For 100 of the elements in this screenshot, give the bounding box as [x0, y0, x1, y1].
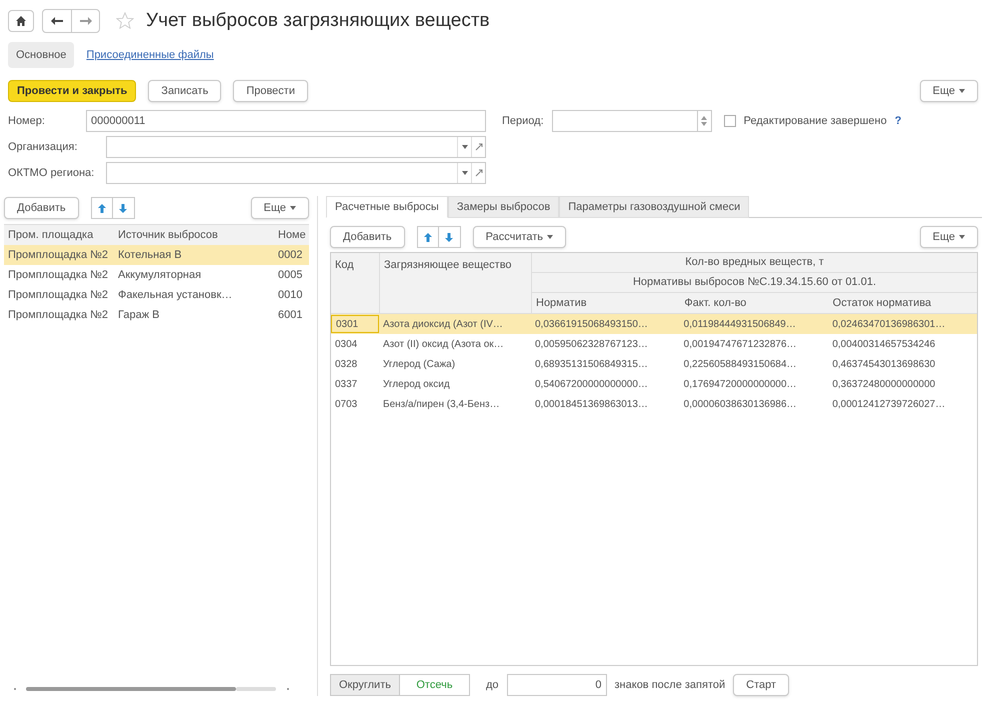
- table-cell-text: Промплощадка №2: [7, 288, 110, 303]
- move-up-button[interactable]: [90, 197, 113, 219]
- arrow-up-icon: [98, 204, 106, 212]
- field-label: ОКТМО региона:: [8, 166, 96, 181]
- dropdown-icon: [462, 171, 468, 175]
- arrow-up-icon: [424, 232, 432, 242]
- column-header: Факт. кол-во: [683, 296, 748, 311]
- arrow-down-icon: [119, 204, 128, 212]
- star-icon[interactable]: [116, 12, 134, 30]
- mode-button[interactable]: Округлить: [330, 674, 400, 696]
- table-row[interactable]: 0304 Азот (II) оксид (Азота ок… 0,00595062328767123… 0,00194747671232876… 0,00400314657534246: [331, 334, 977, 354]
- table-cell-text: 0,54067200000000000…: [534, 378, 649, 392]
- table-cell-text: 0,00012412739726027…: [831, 398, 946, 412]
- table-row[interactable]: Промплощадка №2 Факельная установк… 0010: [4, 285, 309, 305]
- table-cell-text: 6001: [277, 308, 304, 323]
- field-label: до: [486, 678, 499, 693]
- link-icon: [474, 143, 482, 151]
- table-cell-text: Углерод оксид: [382, 378, 451, 392]
- table-row[interactable]: Промплощадка №2 Гараж В 6001: [4, 305, 309, 325]
- field-label: Организация:: [8, 140, 78, 155]
- field-label: знаков после запятой: [614, 678, 726, 693]
- table-cell-text: 0,36372480000000000: [831, 378, 936, 392]
- move-down-button[interactable]: [438, 226, 461, 248]
- mode-button[interactable]: Отсечь: [400, 674, 470, 696]
- checkbox-label: Редактирование завершено: [744, 114, 887, 129]
- table-row[interactable]: 0328 Углерод (Сажа) 0,68935131506849315… 0,22560588493150684… 0,46374543013698630: [331, 354, 977, 374]
- arrow-right-icon: [80, 17, 92, 25]
- start-button[interactable]: Старт: [733, 674, 790, 696]
- table-cell-text: 0703: [334, 398, 358, 412]
- more-button[interactable]: Еще: [920, 226, 978, 248]
- checkbox[interactable]: [724, 115, 736, 127]
- arrow-down-icon: [445, 232, 454, 242]
- table-cell-text: Промплощадка №2: [7, 268, 110, 283]
- post-and-close-button[interactable]: Провести и закрыть: [8, 80, 136, 102]
- table-cell-text: 0,00006038630136986…: [682, 398, 798, 412]
- table-row[interactable]: 0337 Углерод оксид 0,54067200000000000… 0,17694720000000000… 0,36372480000000000: [331, 374, 977, 394]
- number-field[interactable]: 000000011: [86, 110, 486, 132]
- column-group-header: Кол-во вредных веществ, т: [532, 253, 977, 273]
- more-button[interactable]: Еще: [920, 80, 978, 102]
- link-icon: [474, 169, 482, 177]
- tab[interactable]: Замеры выбросов: [448, 196, 560, 218]
- help-link[interactable]: ?: [894, 112, 902, 130]
- table-cell-text: Углерод (Сажа): [382, 358, 456, 372]
- scrollbar-drawing[interactable]: [12, 685, 292, 693]
- form-tab[interactable]: Основное: [8, 42, 74, 68]
- oktmo-field[interactable]: [106, 162, 486, 184]
- table-row[interactable]: Промплощадка №2 Аккумуляторная 0005: [4, 265, 309, 285]
- column-header: Норматив: [535, 296, 588, 311]
- add-button[interactable]: Добавить: [330, 226, 405, 248]
- table-row[interactable]: Промплощадка №2 Котельная В 0002: [4, 245, 309, 265]
- period-field[interactable]: [552, 110, 712, 132]
- table-cell-text: Котельная В: [117, 248, 183, 263]
- digits-field[interactable]: 0: [506, 674, 607, 696]
- organization-field[interactable]: [106, 136, 486, 158]
- form-tab[interactable]: Присоединенные файлы: [78, 42, 222, 68]
- home-icon: [16, 16, 26, 26]
- spinner-icon: [701, 116, 708, 126]
- column-header: Номе: [277, 228, 307, 243]
- column-header: Остаток норматива: [832, 296, 932, 311]
- move-down-button[interactable]: [112, 197, 135, 219]
- table-cell-text: 0,17694720000000000…: [682, 378, 798, 392]
- table-cell-text: 0304: [334, 338, 358, 352]
- toolbar-button[interactable]: Записать: [148, 80, 222, 102]
- table-cell-text: 0002: [277, 248, 304, 263]
- table-cell-text: 0,03661915068493150…: [534, 318, 649, 332]
- table-cell-text: Азот (II) оксид (Азота ок…: [382, 338, 505, 352]
- table-row[interactable]: 0703 Бенз/а/пирен (3,4-Бенз… 0,00018451369863013… 0,00006038630136986… 0,00012412739726027…: [331, 394, 977, 414]
- table-cell-text: 0,68935131506849315…: [534, 358, 649, 372]
- table-cell-text: 0,01198444931506849…: [682, 318, 797, 332]
- table-cell-text: Факельная установк…: [117, 288, 234, 303]
- tab[interactable]: Параметры газовоздушной смеси: [559, 196, 750, 218]
- field-label: Номер:: [8, 114, 46, 129]
- field-label: Период:: [502, 114, 544, 129]
- caret-icon: [547, 234, 554, 239]
- table-cell-text: 0328: [334, 358, 358, 372]
- table-cell-text: 0,00018451369863013…: [534, 398, 649, 412]
- table-row[interactable]: 0301 Азота диоксид (Азот (IV… 0,03661915068493150… 0,01198444931506849… 0,02463470136986301…: [331, 314, 977, 334]
- column-header: Пром. площадка: [7, 228, 94, 243]
- table-cell-text: Бенз/а/пирен (3,4-Бенз…: [382, 398, 501, 412]
- table-cell-text: Азота диоксид (Азот (IV…: [382, 318, 504, 332]
- table-cell-text: 0010: [277, 288, 304, 303]
- table-cell-text: 0,46374543013698630: [831, 358, 936, 372]
- column-header: Код: [334, 258, 355, 273]
- move-up-button[interactable]: [416, 226, 439, 248]
- table-cell: 0301: [331, 315, 379, 333]
- table-cell-text: 0,00194747671232876…: [682, 338, 798, 352]
- dropdown-icon: [462, 145, 468, 149]
- add-button[interactable]: Добавить: [4, 197, 79, 219]
- table-cell-text: 0,00400314657534246: [831, 338, 936, 352]
- tab[interactable]: Расчетные выбросы: [326, 196, 448, 218]
- toolbar-button[interactable]: Провести: [233, 80, 308, 102]
- home-button[interactable]: [8, 10, 34, 32]
- arrow-left-icon: [51, 17, 63, 25]
- column-header: Источник выбросов: [117, 228, 219, 243]
- table-cell-text: 0,22560588493150684…: [682, 358, 798, 372]
- calculate-button[interactable]: Рассчитать: [472, 226, 566, 248]
- table-cell-text: 0,02463470136986301…: [831, 318, 946, 332]
- caret-icon: [959, 234, 965, 239]
- table-cell-text: Аккумуляторная: [117, 268, 202, 283]
- more-button[interactable]: Еще: [250, 197, 309, 219]
